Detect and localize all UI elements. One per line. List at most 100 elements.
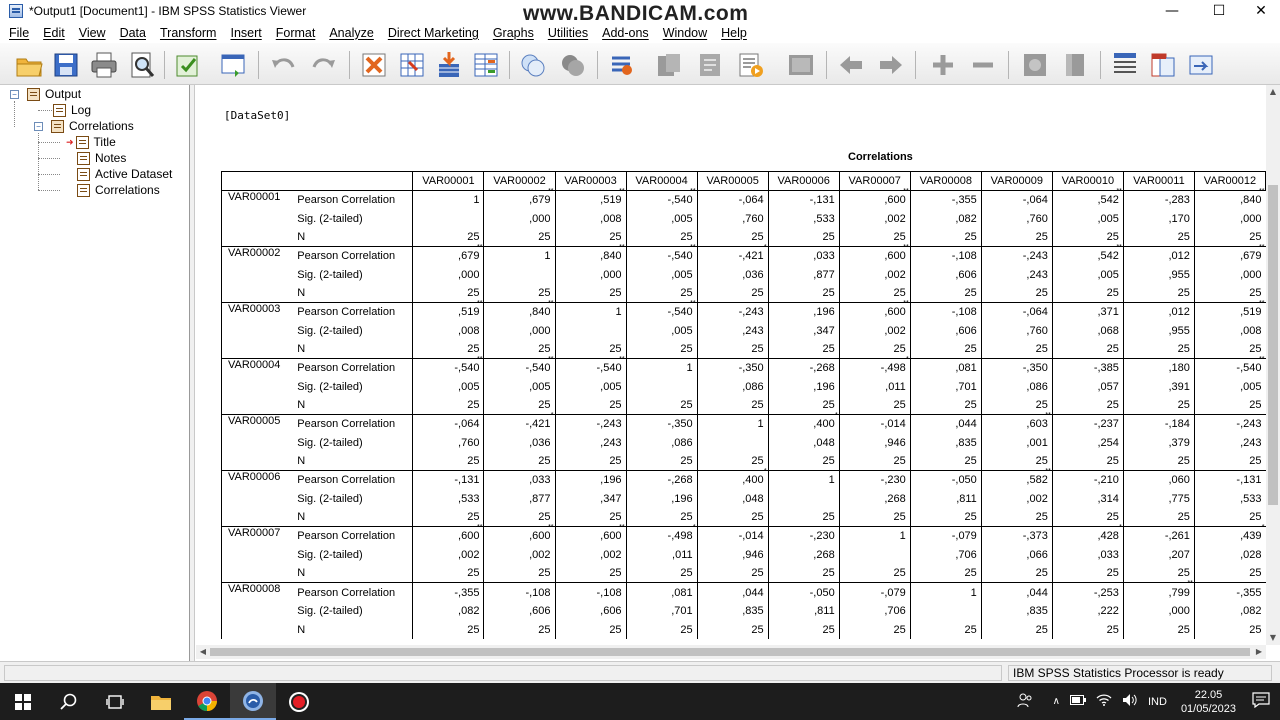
table-cell[interactable]: 25	[1051, 452, 1124, 471]
table-cell[interactable]: ,057	[1051, 377, 1124, 397]
table-cell[interactable]: 25	[412, 508, 484, 527]
table-cell[interactable]: 1	[909, 582, 982, 602]
scroll-up-icon[interactable]: ▲	[1266, 85, 1280, 99]
table-cell[interactable]	[838, 545, 911, 565]
table-cell[interactable]: 25	[483, 620, 556, 639]
table-cell[interactable]: ,000	[412, 265, 484, 284]
table-cell[interactable]: ,000	[483, 321, 556, 340]
table-cell[interactable]: -,350	[625, 414, 698, 434]
table-cell[interactable]: ,268	[767, 545, 840, 565]
menu-edit[interactable]: Edit	[43, 26, 65, 40]
table-cell[interactable]: ,542 **	[1051, 188, 1124, 210]
tree-node-title[interactable]: ➜ Title	[66, 134, 116, 150]
table-cell[interactable]: 25	[1122, 396, 1195, 415]
tree-node-output[interactable]: − Output	[10, 86, 81, 102]
table-cell[interactable]	[696, 433, 769, 453]
table-cell[interactable]: 25	[483, 564, 556, 583]
table-cell[interactable]: 25	[483, 396, 556, 415]
table-cell[interactable]: 25	[980, 227, 1053, 247]
table-cell[interactable]: ,033	[1051, 545, 1124, 565]
table-cell[interactable]: 25	[980, 564, 1053, 583]
outline-pane[interactable]: − Output Log − Correlations ➜ Title Note…	[0, 85, 190, 661]
table-cell[interactable]: 25	[412, 564, 484, 583]
table-cell[interactable]: ,811	[767, 601, 840, 621]
table-cell[interactable]: 25	[909, 283, 982, 303]
table-cell[interactable]: ,533	[1193, 489, 1266, 509]
collapse-icon[interactable]	[968, 50, 998, 80]
task-view-button[interactable]	[92, 683, 138, 720]
table-cell[interactable]: ,044	[980, 582, 1053, 602]
print-preview-icon[interactable]	[127, 50, 157, 80]
table-cell[interactable]: 25	[767, 564, 840, 583]
table-cell[interactable]: 25	[554, 452, 627, 471]
table-cell[interactable]: ,033	[767, 246, 840, 266]
table-cell[interactable]: -,230	[767, 526, 840, 546]
table-cell[interactable]: ,254	[1051, 433, 1124, 453]
table-cell[interactable]: ,060	[1122, 470, 1195, 490]
table-cell[interactable]: ,679 **	[1193, 244, 1266, 266]
table-cell[interactable]: 25	[838, 620, 911, 639]
table-cell[interactable]: ,002	[838, 209, 911, 228]
table-cell[interactable]: -,268	[625, 470, 698, 490]
table-cell[interactable]: -,243	[1193, 414, 1266, 434]
table-cell[interactable]: -,283	[1122, 190, 1195, 210]
volume-icon[interactable]	[1122, 693, 1138, 710]
table-cell[interactable]: ,036	[696, 265, 769, 284]
table-cell[interactable]: 25	[625, 396, 698, 415]
table-cell[interactable]: -,050	[909, 470, 982, 490]
menu-insert[interactable]: Insert	[230, 26, 261, 40]
collapse-node-icon[interactable]: −	[10, 89, 19, 99]
table-cell[interactable]: 25	[1193, 396, 1266, 415]
table-cell[interactable]: ,603 **	[980, 412, 1053, 434]
table-cell[interactable]: ,955	[1122, 265, 1195, 284]
table-cell[interactable]: ,005	[625, 209, 698, 228]
table-cell[interactable]: 25	[767, 283, 840, 303]
table-cell[interactable]: ,600 **	[838, 300, 911, 322]
table-cell[interactable]: ,347	[554, 489, 627, 509]
table-cell[interactable]: 25	[412, 283, 484, 303]
table-cell[interactable]: 25	[1122, 227, 1195, 247]
minimize-button[interactable]: —	[1149, 0, 1195, 22]
pivot-icon[interactable]	[1110, 50, 1140, 80]
table-cell[interactable]: ,008	[1193, 321, 1266, 340]
table-cell[interactable]: -,253	[1051, 582, 1124, 602]
table-cell[interactable]: 25	[838, 508, 911, 527]
table-cell[interactable]: 25	[838, 283, 911, 303]
table-cell[interactable]: 25	[1122, 508, 1195, 527]
table-cell[interactable]: 25	[483, 452, 556, 471]
table-cell[interactable]: ,008	[412, 321, 484, 340]
table-cell[interactable]: ,002	[838, 321, 911, 340]
expand-icon[interactable]	[928, 50, 958, 80]
table-cell[interactable]: -,108	[483, 582, 556, 602]
table-cell[interactable]: 25	[1122, 620, 1195, 639]
table-cell[interactable]: ,877	[483, 489, 556, 509]
table-cell[interactable]: ,081	[909, 358, 982, 378]
table-cell[interactable]: ,002	[412, 545, 484, 565]
table-cell[interactable]: ,391	[1122, 377, 1195, 397]
table-cell[interactable]: -,014	[696, 526, 769, 546]
table-cell[interactable]: -,540 **	[554, 356, 627, 378]
table-cell[interactable]: 25	[980, 508, 1053, 527]
table-cell[interactable]: ,196	[625, 489, 698, 509]
table-cell[interactable]: ,760	[980, 209, 1053, 228]
table-cell[interactable]: 25	[1122, 452, 1195, 471]
table-cell[interactable]: 25	[554, 620, 627, 639]
table-cell[interactable]: -,131	[412, 470, 484, 490]
table-cell[interactable]: -,540 **	[625, 300, 698, 322]
table-cell[interactable]: ,379	[1122, 433, 1195, 453]
table-cell[interactable]: 25	[412, 452, 484, 471]
table-cell[interactable]: 25	[625, 564, 698, 583]
table-cell[interactable]: ,005	[554, 377, 627, 397]
table-cell[interactable]: ,840 **	[554, 244, 627, 266]
table-cell[interactable]: ,835	[696, 601, 769, 621]
table-cell[interactable]	[483, 265, 556, 284]
table-cell[interactable]: ,002	[838, 265, 911, 284]
table-cell[interactable]: -,350	[696, 358, 769, 378]
table-cell[interactable]: ,001	[980, 433, 1053, 453]
menu-data[interactable]: Data	[120, 26, 146, 40]
designated-window-icon[interactable]	[558, 50, 588, 80]
table-cell[interactable]: ,222	[1051, 601, 1124, 621]
table-cell[interactable]: 25	[696, 396, 769, 415]
table-cell[interactable]: ,005	[1051, 265, 1124, 284]
table-cell[interactable]: ,243	[980, 265, 1053, 284]
